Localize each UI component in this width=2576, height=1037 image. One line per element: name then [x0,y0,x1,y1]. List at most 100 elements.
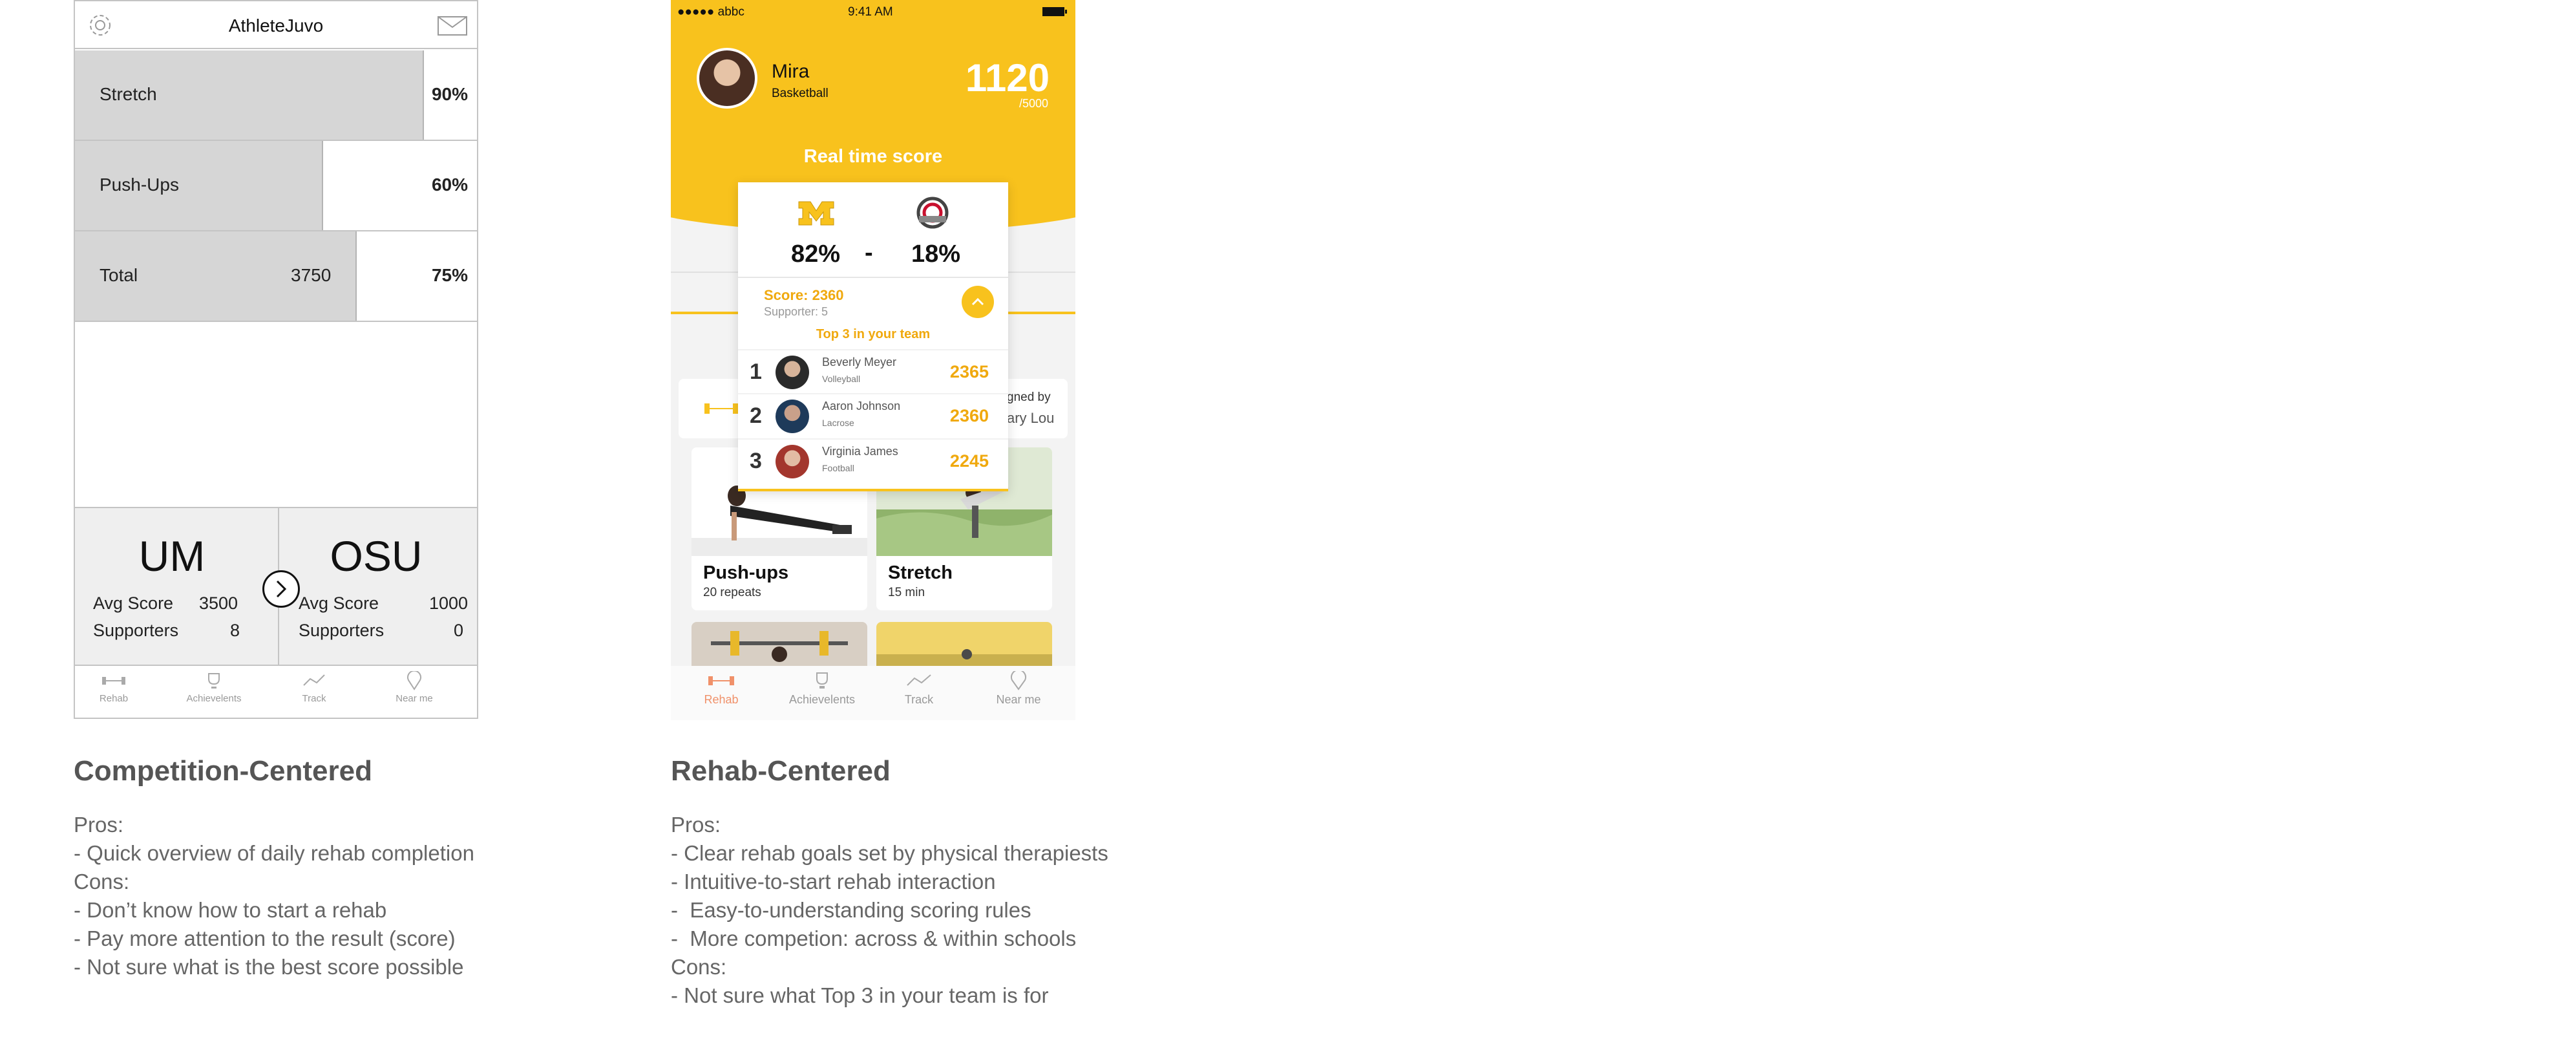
note-line: - Easy-to-understanding scoring rules [671,898,1031,922]
tab-rehab[interactable]: Rehab [676,671,766,707]
wire-tab-track[interactable]: Track [275,671,353,704]
rank-number: 3 [750,449,762,473]
wireframe-tab-bar: Rehab Achievelents Track Near me [75,667,477,718]
ranking-score: 2245 [949,451,989,471]
location-pin-icon [1011,671,1026,690]
avatar [776,445,809,478]
um-logo-icon [798,201,834,226]
team-score: Score: 2360 [764,287,844,303]
dumbbell-icon [708,676,734,685]
profile-avatar[interactable] [697,48,757,109]
note-line: - More competion: across & within school… [671,926,1077,950]
dumbbell-icon [102,677,125,685]
tab-near-me[interactable]: Near me [973,671,1064,707]
rehab-notes: Pros: - Clear rehab goals set by physica… [671,811,1108,1010]
note-line: - Don’t know how to start a rehab [74,898,387,922]
profile-score-max: /5000 [1019,97,1048,110]
trophy-icon [816,672,828,689]
note-line: - Quick overview of daily rehab completi… [74,841,474,865]
tab-track[interactable]: Track [874,671,964,707]
note-line: - Intuitive-to-start rehab interaction [671,870,996,893]
profile-sport: Basketball [772,87,829,100]
track-icon [303,674,325,686]
ranking-row[interactable]: 3 Virginia James Football 2245 [738,438,1008,482]
location-pin-icon [407,671,421,690]
dumbbell-icon [704,403,738,414]
mail-icon[interactable] [437,16,468,36]
team-supporters: Supporter: 5 [764,305,829,318]
team-osu-sup-value: 0 [454,621,464,640]
pushups-label: Push-Ups [100,175,179,195]
team-osu-avg-value: 1000 [429,593,469,613]
competition-notes: Pros: - Quick overview of daily rehab co… [74,811,474,981]
osu-percent: 18% [911,241,961,268]
empty-area [75,322,477,508]
note-line: - Not sure what is the best score possib… [74,955,464,979]
stretch-progress-row[interactable]: Stretch 90% [75,50,477,141]
osu-logo-icon [916,197,949,229]
signed-by-label: gned by [1007,390,1051,404]
note-line: Cons: [74,870,130,893]
app-title: AthleteJuvo [228,16,324,36]
team-um-avg-label: Avg Score [93,593,174,613]
ranking-name: Virginia James [822,445,898,458]
profile-name: Mira [772,61,810,82]
card-bottom-accent [738,489,1008,491]
score-dash: - [865,239,873,266]
wire-tab-rehab[interactable]: Rehab [75,671,153,704]
wire-tab-track-label: Track [302,693,326,704]
competition-wireframe: AthleteJuvo Stretch 90% Push-Ups 60% Tot… [74,0,478,719]
tab-achievements[interactable]: Achievelents [777,671,867,707]
ranking-score: 2365 [949,362,989,381]
total-value: 3750 [291,265,332,285]
ranking-sport: Football [822,463,854,473]
trophy-icon [208,673,220,689]
real-time-score-label: Real time score [803,146,943,167]
note-line: Cons: [671,955,727,979]
team-comparison: UM Avg Score 3500 Supporters 8 OSU Avg S… [75,508,477,666]
note-line: - Pay more attention to the result (scor… [74,926,456,950]
ranking-row[interactable]: 2 Aaron Johnson Lacrose 2360 [738,393,1008,437]
stretch-card-sub: 15 min [888,586,925,599]
wire-tab-achievements-label: Achievelents [186,693,242,704]
note-line: - Not sure what Top 3 in your team is fo… [671,983,1049,1007]
chevron-right-icon [276,580,287,598]
team-osu: OSU Avg Score 1000 Supporters 0 [279,508,473,666]
rank-number: 2 [750,403,762,428]
real-time-score-card: 82% - 18% Score: 2360 Supporter: 5 Top 3… [738,182,1008,491]
wire-tab-rehab-label: Rehab [99,693,129,704]
status-time: 9:41 AM [848,5,893,19]
stretch-label: Stretch [100,84,157,104]
ranking-sport: Lacrose [822,418,854,428]
mockup-tab-bar: Rehab Achievelents Track Near me [671,666,1075,720]
wire-tab-achievements[interactable]: Achievelents [175,671,253,704]
team-um-avg-value: 3500 [199,593,238,613]
wire-tab-near-me[interactable]: Near me [375,671,453,704]
tab-track-label: Track [904,693,934,706]
stretch-card-title: Stretch [888,562,953,583]
stretch-percent: 90% [431,84,468,104]
team-um-name: UM [138,532,206,580]
team-um-sup-label: Supporters [93,621,179,640]
next-arrow-button[interactable] [262,570,300,608]
team-osu-sup-label: Supporters [299,621,385,640]
total-label: Total [100,265,138,285]
pushups-progress-row[interactable]: Push-Ups 60% [75,141,477,231]
battery-icon [1042,7,1067,16]
total-progress-row[interactable]: Total 3750 75% [75,231,477,322]
track-icon [907,674,931,686]
avatar [776,356,809,389]
ranking-score: 2360 [949,406,989,425]
pushups-percent: 60% [431,175,468,195]
um-percent: 82% [791,241,841,268]
status-carrier: ●●●●● abbc [677,5,744,19]
avatar [776,400,809,433]
signed-by-name: ary Lou [1007,410,1055,426]
tab-rehab-label: Rehab [704,693,739,706]
pushups-card-title: Push-ups [703,562,789,583]
tab-near-me-label: Near me [996,693,1041,706]
collapse-button[interactable] [962,286,994,318]
note-line: Pros: [671,813,721,837]
ranking-row[interactable]: 1 Beverly Meyer Volleyball 2365 [738,349,1008,393]
profile-score: 1120 [965,56,1050,100]
